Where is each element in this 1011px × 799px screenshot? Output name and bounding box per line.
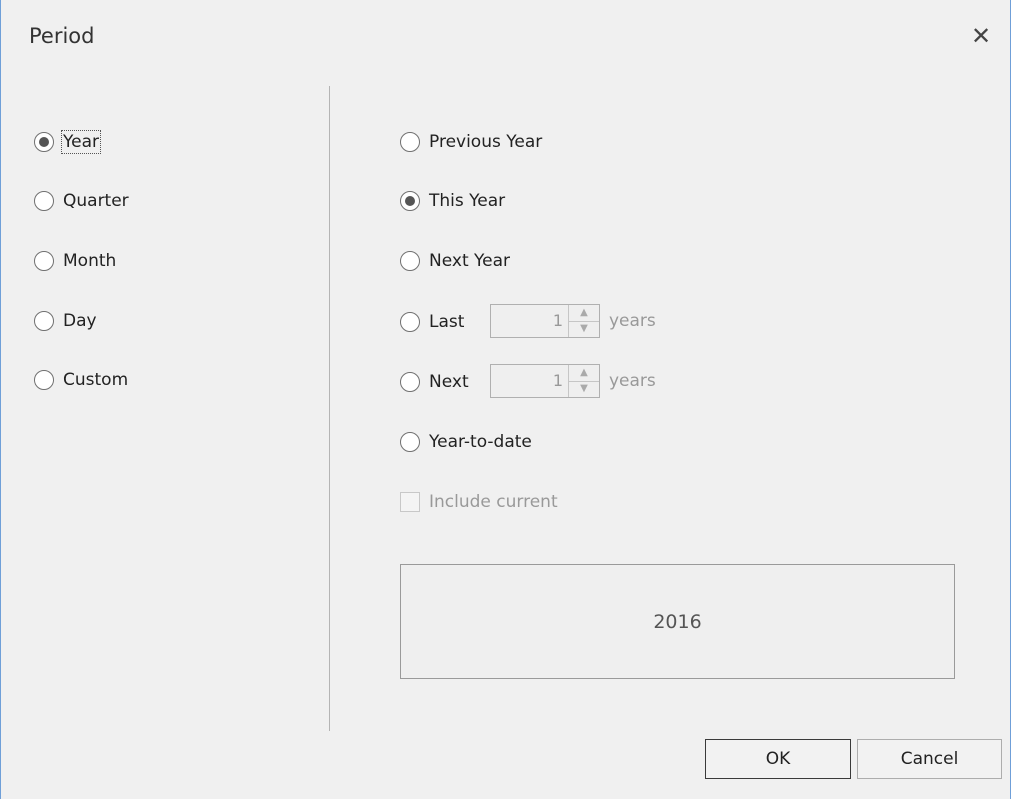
spinner-buttons: ▲ ▼ (568, 365, 599, 397)
radio-next-year[interactable]: Next Year (400, 249, 510, 273)
checkbox-box[interactable] (400, 492, 420, 512)
next-unit-label: years (609, 371, 656, 391)
radio-last[interactable]: Last (400, 310, 464, 334)
last-unit-label: years (609, 311, 656, 331)
dialog-title: Period (29, 24, 95, 48)
radio-label-previous-year: Previous Year (429, 132, 543, 152)
radio-circle[interactable] (400, 191, 420, 211)
radio-circle[interactable] (400, 432, 420, 452)
radio-label-this-year: This Year (429, 191, 506, 211)
next-count-spinner[interactable]: 1 ▲ ▼ (490, 364, 600, 398)
radio-quarter[interactable]: Quarter (34, 189, 129, 213)
radio-label-next: Next (429, 372, 469, 392)
preview-text: 2016 (653, 610, 702, 633)
period-dialog: Period ✕ Year Quarter Month Day Custom P… (0, 0, 1011, 799)
radio-label-quarter: Quarter (63, 191, 129, 211)
radio-circle[interactable] (34, 191, 54, 211)
radio-label-day: Day (63, 311, 97, 331)
ok-button[interactable]: OK (705, 739, 851, 779)
radio-day[interactable]: Day (34, 309, 97, 333)
close-icon[interactable]: ✕ (966, 22, 996, 52)
radio-previous-year[interactable]: Previous Year (400, 130, 542, 154)
radio-circle[interactable] (34, 132, 54, 152)
radio-custom[interactable]: Custom (34, 368, 128, 392)
radio-this-year[interactable]: This Year (400, 189, 505, 213)
spin-up-icon[interactable]: ▲ (569, 365, 599, 382)
include-current-checkbox[interactable]: Include current (400, 490, 558, 514)
radio-label-next-year: Next Year (429, 251, 510, 271)
spin-down-icon[interactable]: ▼ (569, 321, 599, 337)
vertical-divider (329, 86, 330, 731)
include-current-label: Include current (429, 492, 558, 512)
radio-label-year: Year (61, 130, 101, 154)
radio-label-year-to-date: Year-to-date (429, 432, 532, 452)
radio-circle[interactable] (400, 372, 420, 392)
spinner-value[interactable]: 1 (553, 311, 563, 330)
spin-down-icon[interactable]: ▼ (569, 381, 599, 397)
spin-up-icon[interactable]: ▲ (569, 305, 599, 322)
cancel-button[interactable]: Cancel (857, 739, 1002, 779)
last-count-spinner[interactable]: 1 ▲ ▼ (490, 304, 600, 338)
radio-circle[interactable] (34, 370, 54, 390)
radio-circle[interactable] (400, 251, 420, 271)
spinner-value[interactable]: 1 (553, 371, 563, 390)
radio-circle[interactable] (400, 132, 420, 152)
radio-label-month: Month (63, 251, 117, 271)
radio-label-custom: Custom (63, 370, 129, 390)
radio-circle[interactable] (34, 251, 54, 271)
spinner-buttons: ▲ ▼ (568, 305, 599, 337)
radio-circle[interactable] (34, 311, 54, 331)
radio-month[interactable]: Month (34, 249, 116, 273)
radio-year-to-date[interactable]: Year-to-date (400, 430, 532, 454)
radio-next[interactable]: Next (400, 370, 469, 394)
radio-year[interactable]: Year (34, 130, 101, 154)
radio-circle[interactable] (400, 312, 420, 332)
radio-label-last: Last (429, 312, 465, 332)
period-preview: 2016 (400, 564, 955, 679)
